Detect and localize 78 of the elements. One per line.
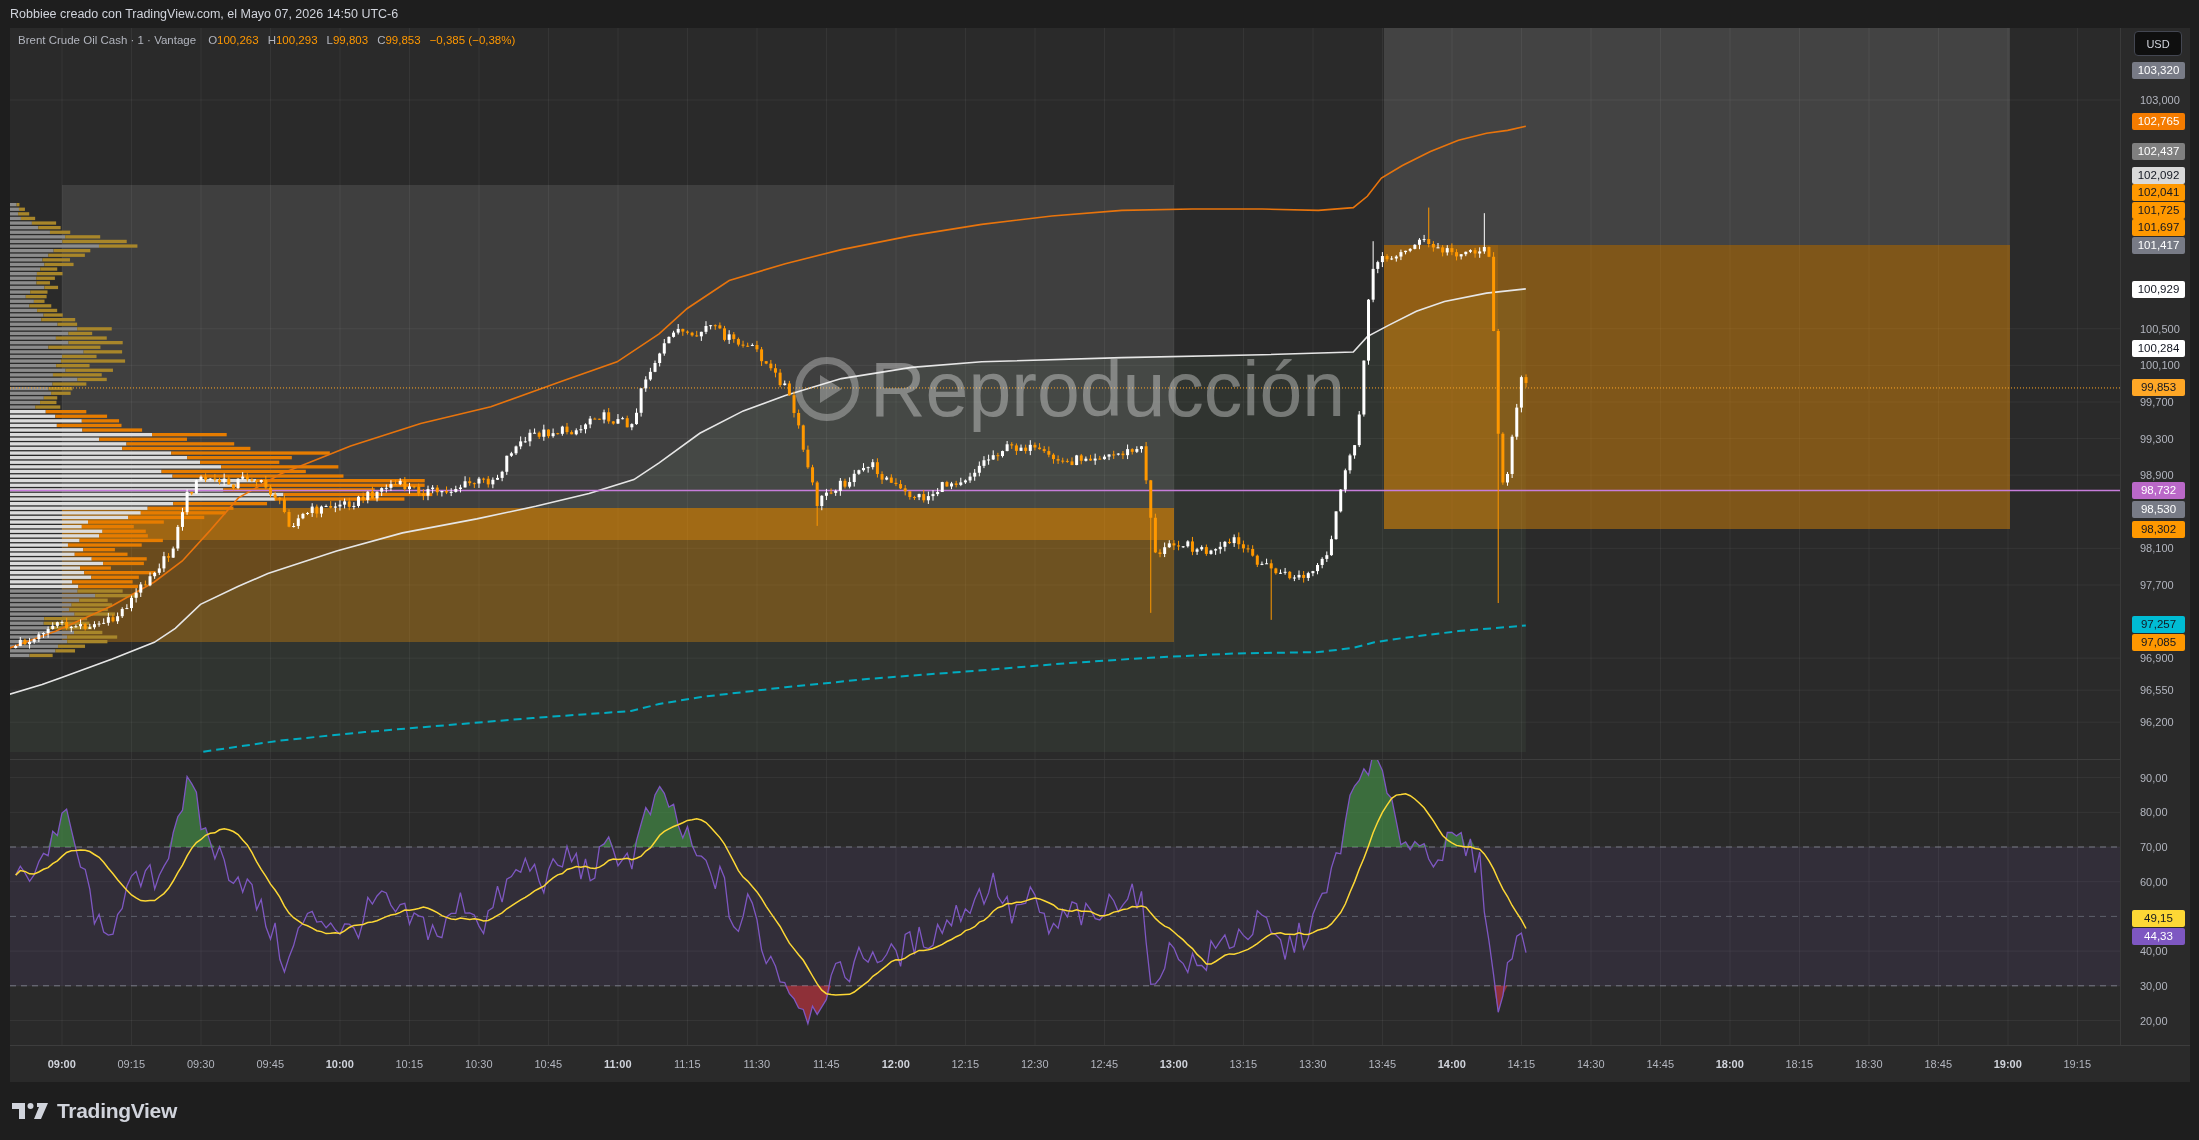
ohlc-value: O100,263	[208, 34, 259, 46]
price-tag: 101,417	[2132, 236, 2185, 254]
time-label: 18:00	[1715, 1058, 1744, 1070]
time-label: 12:00	[881, 1058, 910, 1070]
time-label: 13:00	[1159, 1058, 1188, 1070]
time-label: 18:45	[1924, 1058, 1952, 1070]
price-label: 100,100	[2140, 358, 2180, 373]
tradingview-logo-icon	[12, 1103, 48, 1119]
price-tag: 98,732	[2132, 482, 2185, 499]
price-label: 96,200	[2140, 715, 2174, 730]
time-label: 09:30	[187, 1058, 215, 1070]
rsi-tag: 49,15	[2132, 910, 2185, 928]
rsi-label: 60,00	[2140, 874, 2168, 889]
time-label: 19:00	[1993, 1058, 2022, 1070]
rsi-label: 20,00	[2140, 1013, 2168, 1028]
price-tag: 102,765	[2132, 113, 2185, 130]
price-label: 96,550	[2140, 683, 2174, 698]
time-label: 18:30	[1855, 1058, 1883, 1070]
symbol-title: Brent Crude Oil Cash · 1 · Vantage	[18, 34, 197, 46]
time-label: 12:15	[951, 1058, 979, 1070]
price-label: 100,500	[2140, 321, 2180, 336]
time-label: 11:45	[812, 1058, 840, 1070]
play-icon	[795, 357, 859, 421]
price-tag: 98,530	[2132, 500, 2185, 518]
time-label: 14:45	[1646, 1058, 1674, 1070]
rsi-label: 40,00	[2140, 944, 2168, 959]
ohlc-value: H100,293	[267, 34, 318, 46]
price-tag: 102,437	[2132, 143, 2185, 160]
chart-attribution: Robbiee creado con TradingView.com, el Mayo 07, 2026 14:50 UTC-6	[10, 7, 399, 21]
price-label: 96,900	[2140, 651, 2174, 666]
rsi-label: 70,00	[2140, 840, 2168, 854]
price-tag: 101,697	[2132, 219, 2185, 237]
ohlc-value: C99,853	[377, 34, 421, 46]
time-label: 10:30	[465, 1058, 493, 1070]
time-label: 10:45	[534, 1058, 562, 1070]
price-label: 97,700	[2140, 577, 2174, 592]
time-label: 11:15	[673, 1058, 701, 1070]
price-change: −0,385 (−0,38%)	[429, 34, 516, 46]
price-label: 98,900	[2140, 468, 2174, 483]
time-label: 09:15	[117, 1058, 145, 1070]
time-label: 09:45	[256, 1058, 284, 1070]
rsi-label: 80,00	[2140, 805, 2168, 820]
time-label: 10:00	[325, 1058, 354, 1070]
price-tag: 101,725	[2132, 201, 2185, 219]
price-label: 103,000	[2140, 93, 2180, 107]
price-tag: 99,853	[2132, 379, 2185, 397]
currency-button[interactable]: USD	[2134, 31, 2182, 56]
price-label: 98,100	[2140, 541, 2174, 556]
time-label: 14:00	[1437, 1058, 1466, 1070]
price-tag: 102,092	[2132, 166, 2185, 184]
time-label: 12:45	[1090, 1058, 1118, 1070]
time-label: 14:15	[1507, 1058, 1535, 1070]
price-tag: 97,085	[2132, 633, 2185, 651]
time-label: 18:15	[1785, 1058, 1813, 1070]
rsi-tag: 44,33	[2132, 927, 2185, 945]
time-label: 09:00	[47, 1058, 76, 1070]
rsi-label: 30,00	[2140, 978, 2168, 993]
price-tag: 103,320	[2132, 62, 2185, 80]
time-label: 12:30	[1021, 1058, 1049, 1070]
time-label: 13:45	[1368, 1058, 1396, 1070]
time-label: 19:15	[2063, 1058, 2091, 1070]
price-label: 99,700	[2140, 394, 2174, 409]
time-label: 11:00	[604, 1058, 632, 1070]
price-tag: 97,257	[2132, 616, 2185, 634]
logo-text: TradingView	[57, 1099, 177, 1123]
price-tag: 102,041	[2132, 184, 2185, 202]
time-label: 13:30	[1299, 1058, 1327, 1070]
time-label: 14:30	[1577, 1058, 1605, 1070]
price-label: 99,300	[2140, 431, 2174, 446]
time-label: 13:15	[1229, 1058, 1257, 1070]
time-label: 10:15	[395, 1058, 423, 1070]
price-tag: 98,302	[2132, 521, 2185, 539]
replay-label: Reproducción	[870, 346, 1346, 432]
price-tag: 100,284	[2132, 340, 2185, 357]
rsi-label: 90,00	[2140, 770, 2168, 785]
time-label: 11:30	[743, 1058, 771, 1070]
price-tag: 100,929	[2132, 281, 2185, 298]
ohlc-value: L99,803	[326, 34, 369, 46]
